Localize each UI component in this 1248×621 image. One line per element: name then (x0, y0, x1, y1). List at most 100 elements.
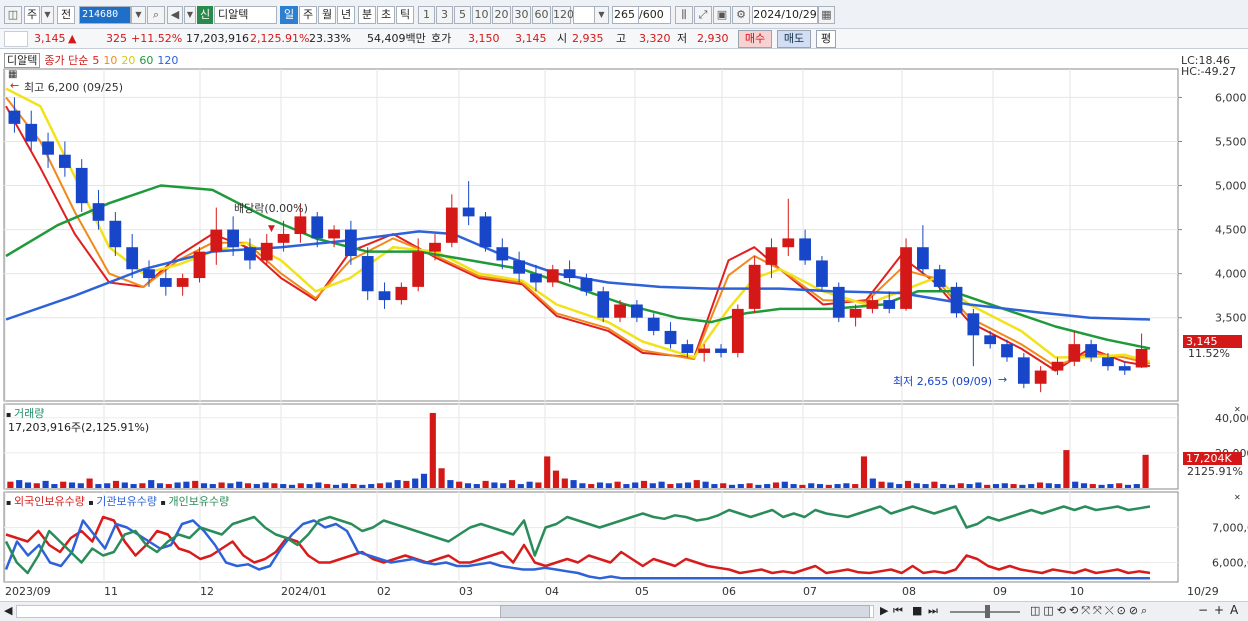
forward-icon[interactable]: ⏭ (928, 604, 938, 618)
speaker-dropdown-icon[interactable]: ▼ (184, 6, 196, 24)
period-tick[interactable]: 틱 (396, 6, 414, 24)
zoom-slider-handle[interactable] (985, 605, 990, 618)
volume-bar (790, 484, 797, 488)
scroll-right-icon[interactable]: ▶ (880, 604, 888, 617)
stock-code-input[interactable]: 214680 (79, 6, 131, 24)
trade-amount: 54,409백만 (367, 32, 426, 45)
candle-body (496, 247, 509, 261)
volume-bar (852, 484, 859, 488)
volume-bar (350, 484, 357, 488)
save-icon[interactable]: ▣ (713, 6, 731, 24)
volume-ratio: 2,125.91% (250, 32, 310, 45)
foreign-square-icon: ▪ (6, 498, 14, 507)
candle-body (210, 229, 223, 252)
candle-body (58, 154, 71, 168)
interval-60[interactable]: 60 (532, 6, 551, 24)
bar-count-total: /600 (639, 6, 671, 24)
interval-30[interactable]: 30 (512, 6, 531, 24)
main-toolbar: ◫ 주 ▼ 전 214680 ▼ ⌕ ◀ ▼ 신 디알텍 일 주 월 년 분 초… (0, 0, 1248, 29)
market-select[interactable]: 주 (24, 6, 40, 24)
table-icon[interactable]: ▦ (8, 69, 17, 80)
candle-body (647, 317, 660, 331)
low-label: 저 (677, 32, 688, 45)
bid-price: 3,150 (468, 32, 500, 45)
bid-label: 호가 (431, 32, 452, 45)
code-dropdown-icon[interactable]: ▼ (131, 6, 146, 24)
current-pct-tag: 11.52% (1188, 347, 1230, 360)
volume-bar (1036, 482, 1044, 488)
candle-body (1118, 366, 1131, 371)
interval-20[interactable]: 20 (492, 6, 511, 24)
speaker-icon[interactable]: ◀ (167, 6, 183, 24)
period-second[interactable]: 초 (377, 6, 395, 24)
scroll-left-icon[interactable]: ◀ (4, 604, 12, 617)
tool-icons[interactable]: ◫◫⟲⟲⤧⤧⤬⊙⊘⌕ (1030, 604, 1150, 618)
volume-bar (623, 484, 630, 488)
rewind-icon[interactable]: ⏮ (893, 604, 903, 618)
volume-bar (500, 483, 507, 488)
candle-body (92, 203, 105, 221)
open-price: 2,935 (572, 32, 604, 45)
candle-body (294, 216, 307, 234)
bar-count-input[interactable]: 265 (612, 6, 639, 24)
dividend-arrow-icon: ▼ (268, 224, 275, 234)
candle-body (563, 269, 576, 279)
market-dropdown-icon[interactable]: ▼ (41, 6, 54, 24)
x-tick-label: 09 (993, 585, 1007, 598)
scroll-thumb[interactable] (500, 605, 870, 618)
eval-button[interactable]: 평 (816, 30, 836, 48)
window-icon[interactable]: ◫ (4, 6, 22, 24)
period-week[interactable]: 주 (299, 6, 317, 24)
stop-icon[interactable]: ■ (912, 604, 922, 617)
volume-bar (1072, 481, 1079, 488)
volume-bar (33, 483, 40, 488)
volume-bar (16, 480, 23, 488)
zoom-out-icon[interactable]: − (1198, 603, 1208, 617)
volume-bar (887, 482, 894, 488)
date-input[interactable]: 2024/10/29 (752, 6, 818, 24)
drawing-icon[interactable]: ⤢ (694, 6, 712, 24)
candle-body (832, 286, 845, 318)
volume-bar (588, 484, 595, 488)
zoom-in-icon[interactable]: + (1214, 603, 1224, 617)
holding-tick-label: 7,000,000 (1212, 522, 1248, 535)
volume-bar (869, 478, 876, 488)
candle-body (513, 260, 526, 274)
interval-1[interactable]: 1 (418, 6, 435, 24)
volume-bar (975, 482, 982, 488)
volume-close-icon[interactable]: ✕ (1234, 405, 1241, 414)
font-size-icon[interactable]: A (1230, 603, 1238, 617)
interval-120[interactable]: 120 (552, 6, 574, 24)
period-minute[interactable]: 분 (358, 6, 376, 24)
interval-10[interactable]: 10 (472, 6, 491, 24)
volume-bar (1107, 484, 1114, 488)
volume-bar (931, 481, 938, 488)
low-arrow-icon: → (998, 373, 1008, 386)
interval-3[interactable]: 3 (436, 6, 453, 24)
calendar-icon[interactable]: ▦ (818, 6, 835, 24)
volume-bar (772, 482, 780, 488)
volume-bar (1116, 483, 1123, 488)
gear-icon[interactable]: ⚙ (732, 6, 750, 24)
volume-bar (508, 480, 516, 488)
candle-body (462, 207, 475, 217)
quote-spacer (4, 31, 28, 47)
interval-5[interactable]: 5 (454, 6, 471, 24)
sell-button[interactable]: 매도 (777, 30, 811, 48)
interval-dropdown-icon[interactable]: ▼ (594, 6, 609, 24)
period-month[interactable]: 월 (318, 6, 336, 24)
period-year[interactable]: 년 (337, 6, 355, 24)
candle-icon[interactable]: ⫼ (675, 6, 693, 24)
buy-button[interactable]: 매수 (738, 30, 772, 48)
candle-body (950, 286, 963, 314)
volume-bar (447, 480, 454, 488)
type-select[interactable]: 전 (57, 6, 75, 24)
price-change-pct: +11.52% (131, 32, 183, 45)
volume-bar (737, 484, 744, 488)
period-day[interactable]: 일 (280, 6, 298, 24)
holding-close-icon[interactable]: ✕ (1234, 493, 1241, 502)
candle-body (580, 278, 593, 292)
stock-chart[interactable]: 2023/09 11 12 2024/01 02 03 04 05 06 07 08 09 10 10/2… (0, 49, 1248, 601)
chart-scrollbar[interactable]: ◀ ▶ ⏮ ■ ⏭ ◫◫⟲⟲⤧⤧⤬⊙⊘⌕ − + A (0, 601, 1248, 621)
search-icon[interactable]: ⌕ (147, 6, 165, 24)
